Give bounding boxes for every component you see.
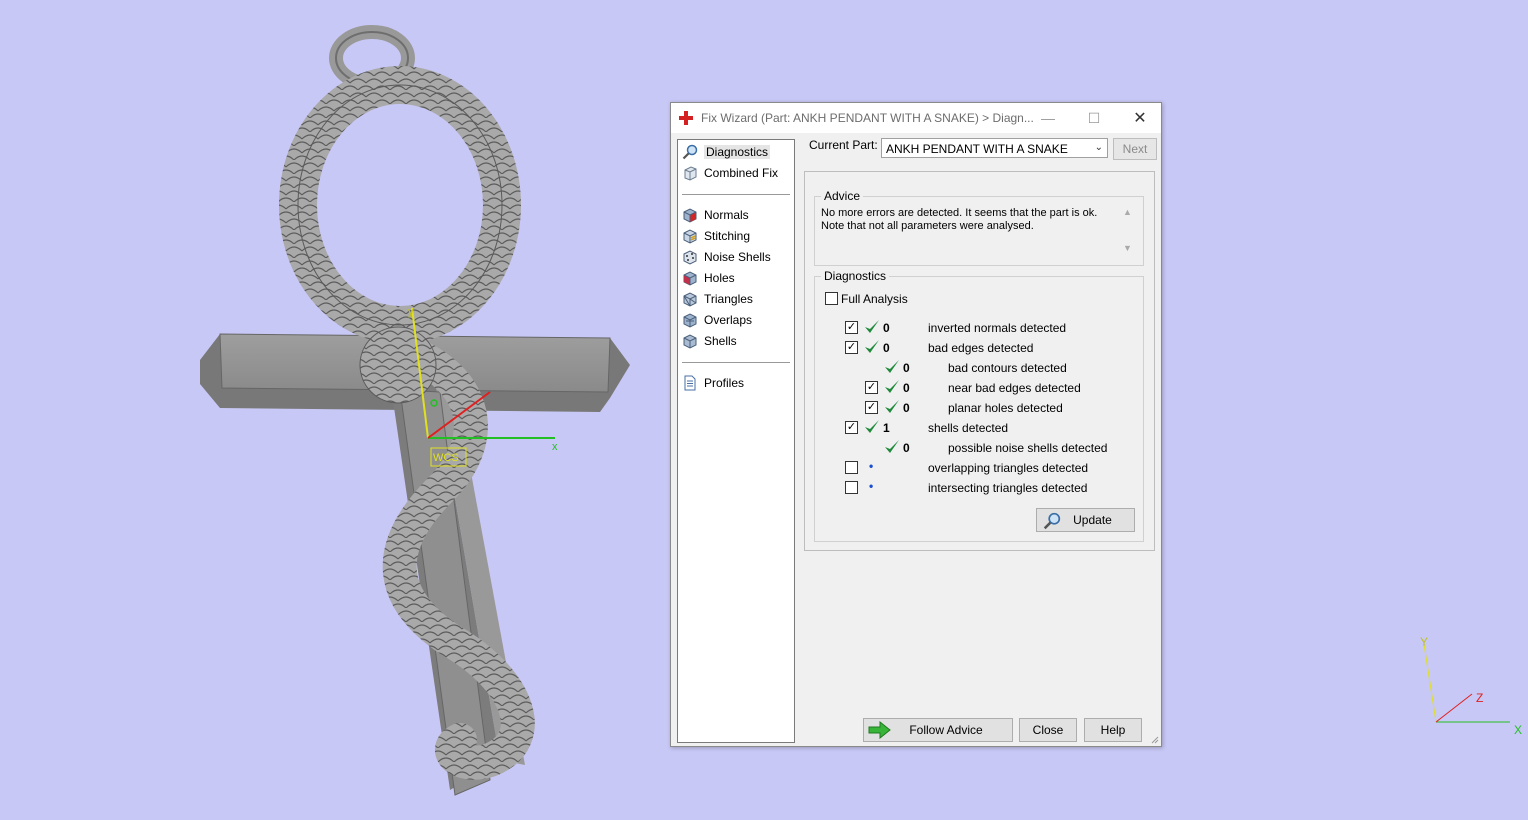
diagnostics-panel: Advice No more errors are detected. It s…	[804, 171, 1155, 551]
full-analysis-checkbox[interactable]	[825, 292, 838, 305]
normals-cube-icon	[683, 208, 697, 223]
row-label: possible noise shells detected	[948, 441, 1108, 455]
help-button[interactable]: Help	[1084, 718, 1142, 742]
advice-line-2: Note that not all parameters were analys…	[821, 220, 1034, 232]
row-count: 0	[883, 341, 890, 355]
nav-item-profiles[interactable]: Profiles	[682, 374, 744, 392]
row-label: overlapping triangles detected	[928, 461, 1089, 475]
close-window-button[interactable]: ✕	[1117, 103, 1163, 133]
diagnostics-group: Diagnostics Full Analysis ✓ 0 inverted nor…	[814, 269, 1144, 542]
green-check-icon	[885, 360, 899, 373]
advice-line-1: No more errors are detected. It seems th…	[821, 207, 1098, 219]
y-axis-label: y	[408, 306, 414, 318]
corner-x-label: X	[1514, 723, 1522, 737]
green-check-icon	[885, 400, 899, 413]
next-button[interactable]: Next	[1113, 138, 1157, 160]
dialog-title: Fix Wizard (Part: ANKH PENDANT WITH A SN…	[701, 111, 1034, 125]
ankh-pendant-model[interactable]: x y WCS	[190, 20, 650, 810]
nav-item-combined-fix[interactable]: Combined Fix	[682, 164, 778, 182]
row-checkbox[interactable]	[845, 461, 858, 474]
row-label: planar holes detected	[948, 401, 1063, 415]
magnifier-icon	[1043, 512, 1061, 530]
corner-y-label: Y	[1420, 635, 1428, 649]
chevron-down-icon: ⌄	[1094, 142, 1103, 153]
follow-advice-label: Follow Advice	[909, 723, 983, 737]
close-button[interactable]: Close	[1019, 718, 1077, 742]
x-axis-label: x	[552, 441, 558, 453]
advice-scrollbar[interactable]: ▲ ▼	[1121, 207, 1135, 257]
triangles-cube-icon	[683, 292, 697, 307]
red-cross-icon	[679, 111, 693, 125]
shells-cube-icon	[683, 334, 697, 349]
update-button[interactable]: Update	[1036, 508, 1135, 532]
update-label: Update	[1073, 513, 1112, 527]
row-label: inverted normals detected	[928, 321, 1067, 335]
row-label: bad edges detected	[928, 341, 1034, 355]
overlaps-cube-icon	[683, 313, 697, 328]
row-checkbox[interactable]: ✓	[865, 401, 878, 414]
scroll-up-icon[interactable]: ▲	[1123, 207, 1132, 217]
document-icon	[684, 375, 696, 391]
row-checkbox[interactable]: ✓	[865, 381, 878, 394]
follow-advice-button[interactable]: Follow Advice	[863, 718, 1013, 742]
row-count: 1	[883, 421, 890, 435]
advice-text: No more errors are detected. It seems th…	[821, 207, 1117, 257]
maximize-button[interactable]: ☐	[1071, 103, 1117, 133]
row-count: 0	[903, 441, 910, 455]
holes-cube-icon	[683, 271, 697, 286]
fix-wizard-dialog: Fix Wizard (Part: ANKH PENDANT WITH A SN…	[670, 102, 1162, 747]
diagnostics-title: Diagnostics	[821, 269, 890, 283]
nav-item-holes[interactable]: Holes	[682, 269, 735, 287]
green-check-icon	[885, 380, 899, 393]
advice-title: Advice	[821, 189, 864, 203]
stitching-cube-icon	[683, 229, 697, 244]
nav-item-triangles[interactable]: Triangles	[682, 290, 753, 308]
scroll-down-icon[interactable]: ▼	[1123, 243, 1132, 253]
row-label: intersecting triangles detected	[928, 481, 1088, 495]
green-check-icon	[885, 440, 899, 453]
minimize-button[interactable]: —	[1025, 103, 1071, 133]
row-checkbox[interactable]: ✓	[845, 321, 858, 334]
advice-group: Advice No more errors are detected. It s…	[814, 189, 1144, 266]
row-checkbox[interactable]: ✓	[845, 421, 858, 434]
current-part-value: ANKH PENDANT WITH A SNAKE	[886, 142, 1068, 156]
axis-triad: X Y Z	[1420, 635, 1522, 737]
row-count: 0	[903, 381, 910, 395]
row-checkbox[interactable]	[845, 481, 858, 494]
wizard-nav: Diagnostics Combined Fix Normals Stitchi…	[677, 139, 795, 743]
nav-item-shells[interactable]: Shells	[682, 332, 737, 350]
nav-separator	[682, 362, 790, 363]
row-count: 0	[903, 401, 910, 415]
nav-item-normals[interactable]: Normals	[682, 206, 749, 224]
noise-shells-cube-icon	[683, 250, 697, 265]
current-part-select[interactable]: ANKH PENDANT WITH A SNAKE ⌄	[881, 138, 1108, 158]
pending-dot-icon: •	[869, 479, 874, 493]
cube-icon	[684, 166, 697, 181]
pending-dot-icon: •	[869, 459, 874, 473]
nav-item-diagnostics[interactable]: Diagnostics	[682, 143, 771, 161]
row-label: near bad edges detected	[948, 381, 1081, 395]
resize-grip-icon[interactable]	[1149, 734, 1159, 744]
green-check-icon	[865, 420, 879, 433]
row-count: 0	[903, 361, 910, 375]
row-label: shells detected	[928, 421, 1009, 435]
row-label: bad contours detected	[948, 361, 1067, 375]
nav-item-noise-shells[interactable]: Noise Shells	[682, 248, 771, 266]
nav-item-overlaps[interactable]: Overlaps	[682, 311, 752, 329]
row-count: 0	[883, 321, 890, 335]
nav-item-stitching[interactable]: Stitching	[682, 227, 750, 245]
corner-z-label: Z	[1476, 691, 1483, 705]
row-checkbox[interactable]: ✓	[845, 341, 858, 354]
wcs-label: WCS	[433, 452, 459, 464]
nav-separator	[682, 194, 790, 195]
green-arrow-icon	[868, 721, 891, 739]
current-part-label: Current Part:	[809, 138, 878, 152]
dialog-titlebar[interactable]: Fix Wizard (Part: ANKH PENDANT WITH A SN…	[671, 103, 1161, 133]
green-check-icon	[865, 320, 879, 333]
magnifier-icon	[682, 144, 698, 160]
full-analysis-label: Full Analysis	[841, 292, 908, 306]
green-check-icon	[865, 340, 879, 353]
